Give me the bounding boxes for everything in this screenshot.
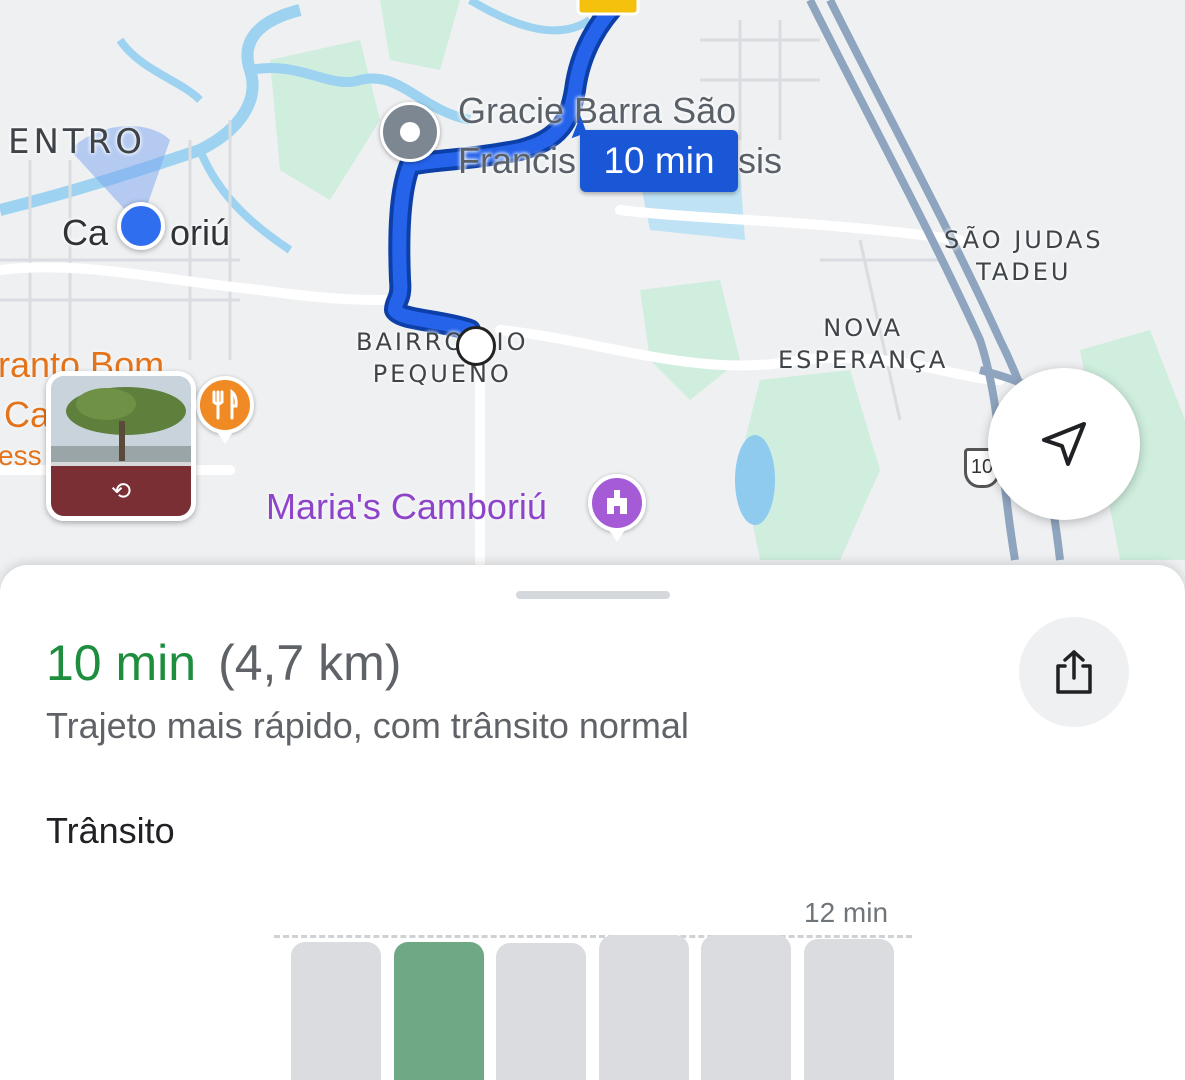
street-view-rotate-icon: ⟲ bbox=[110, 478, 132, 505]
directions-sheet[interactable]: 10 min (4,7 km) Trajeto mais rápido, com … bbox=[0, 565, 1185, 1080]
share-icon bbox=[1056, 650, 1092, 694]
fork-knife-icon[interactable] bbox=[196, 376, 254, 444]
share-button[interactable] bbox=[1019, 617, 1129, 727]
current-location-dot[interactable] bbox=[117, 202, 165, 250]
map-view[interactable]: ENTRO Ca oriú Gracie Barra São Francis s… bbox=[0, 0, 1185, 600]
route-distance: (4,7 km) bbox=[218, 635, 402, 691]
map-label-gracie-barra[interactable]: Gracie Barra São bbox=[458, 90, 736, 132]
map-label-nova-esperanca: NOVA ESPERANÇA bbox=[778, 314, 949, 374]
attraction-icon[interactable] bbox=[588, 474, 646, 542]
traffic-bar[interactable] bbox=[598, 935, 689, 1080]
locate-button[interactable] bbox=[988, 368, 1140, 520]
navigation-arrow-icon bbox=[1042, 422, 1086, 466]
traffic-bar[interactable] bbox=[701, 935, 792, 1080]
chart-max-line bbox=[274, 935, 912, 938]
map-label-centro: ENTRO bbox=[8, 122, 147, 162]
traffic-section-title: Trânsito bbox=[46, 810, 175, 851]
street-view-thumbnail[interactable]: ⟲ bbox=[46, 371, 196, 521]
map-label-bairro-rio-pequeno: BAIRRO RIO PEQUENO bbox=[356, 328, 529, 388]
map-label-camboriu-right: oriú bbox=[170, 212, 231, 253]
destination-icon[interactable] bbox=[456, 326, 496, 366]
route-duration: 10 min bbox=[46, 635, 197, 691]
traffic-bar[interactable] bbox=[804, 938, 894, 1080]
route-summary: 10 min (4,7 km) bbox=[46, 633, 401, 693]
sheet-drag-handle[interactable] bbox=[516, 591, 670, 599]
route-time-badge[interactable]: 10 min bbox=[580, 130, 738, 192]
traffic-bar-current[interactable] bbox=[393, 942, 484, 1080]
map-label-sao-judas-tadeu: SÃO JUDAS TADEU bbox=[944, 226, 1104, 286]
chart-max-label: 12 min bbox=[804, 897, 889, 928]
traffic-bar[interactable] bbox=[291, 942, 381, 1080]
map-label-restaurant-3: ess bbox=[0, 440, 42, 471]
route-description: Trajeto mais rápido, com trânsito normal bbox=[46, 705, 689, 746]
map-label-marias-camboriu[interactable]: Maria's Camboriú bbox=[266, 486, 547, 528]
map-label-restaurant-2: Ca bbox=[4, 394, 51, 435]
traffic-chart: 12 min bbox=[0, 895, 1185, 1080]
traffic-bar[interactable] bbox=[496, 943, 587, 1080]
map-label-gracie-barra-2: Francis bbox=[458, 140, 577, 181]
start-point-icon[interactable] bbox=[380, 102, 440, 162]
map-label-camboriu-left: Ca bbox=[62, 212, 109, 253]
map-label-gracie-barra-3: sis bbox=[738, 140, 782, 181]
